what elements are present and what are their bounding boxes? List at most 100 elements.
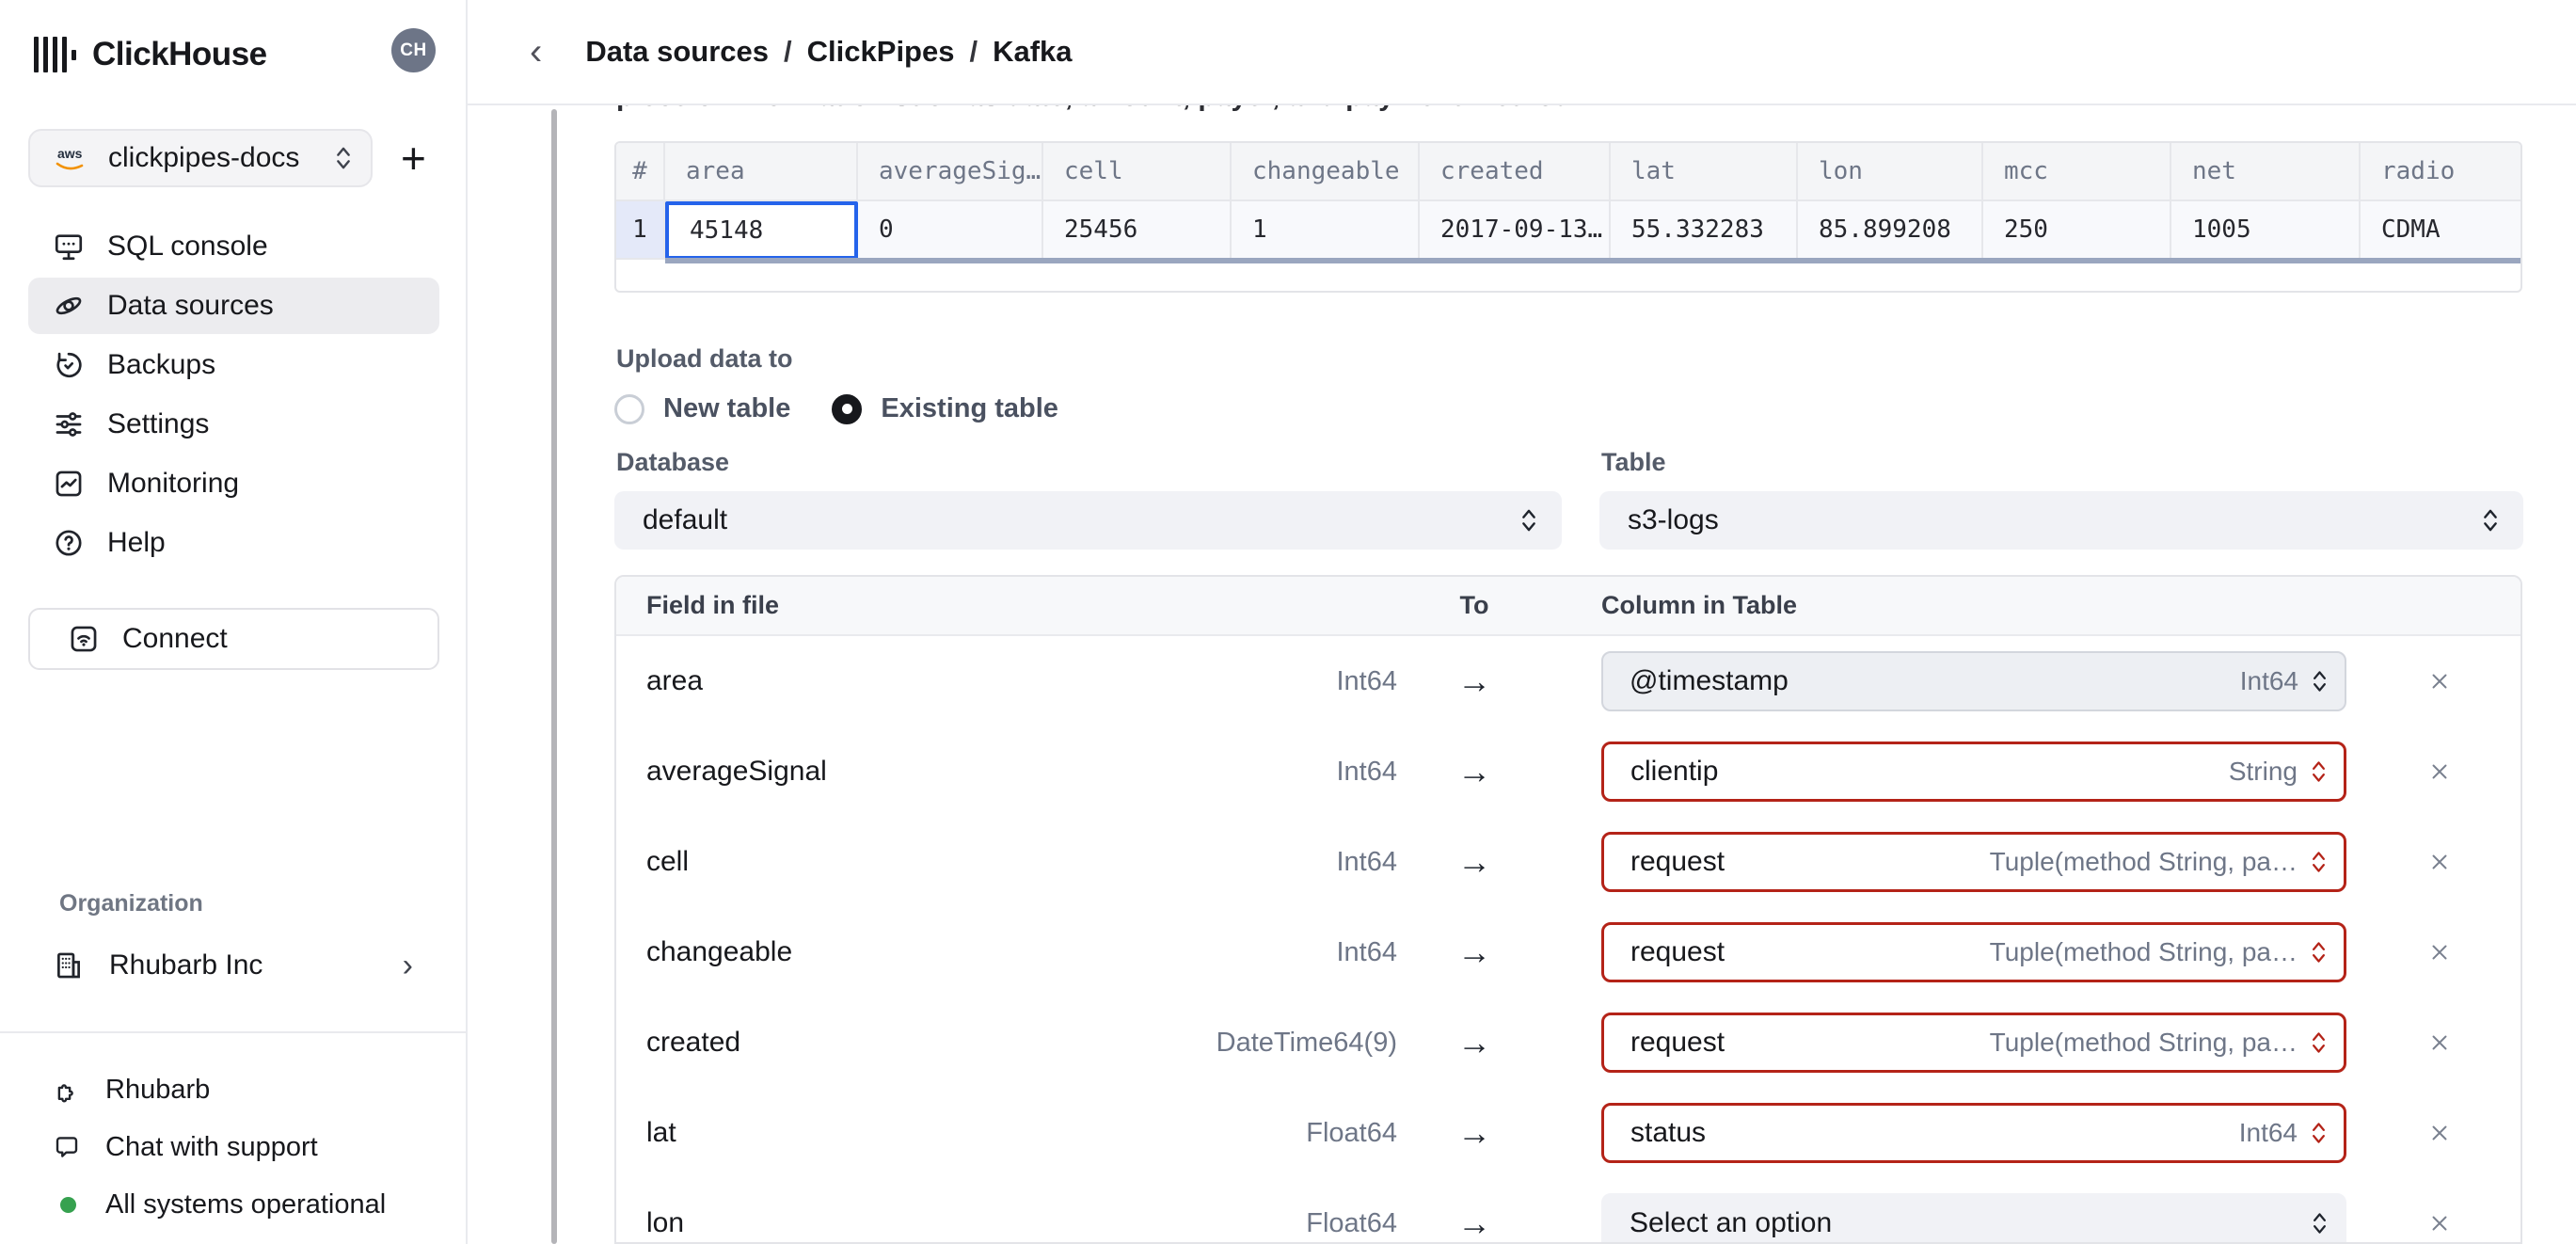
- remove-mapping-button[interactable]: [2411, 636, 2468, 726]
- table-select[interactable]: s3-logs: [1599, 491, 2523, 550]
- service-selector[interactable]: aws clickpipes-docs: [28, 129, 373, 187]
- preview-cell[interactable]: 1005: [2171, 201, 2361, 260]
- connect-button[interactable]: Connect: [28, 608, 439, 670]
- user-avatar[interactable]: CH: [391, 28, 436, 72]
- preview-cell[interactable]: 55.332283: [1611, 201, 1798, 260]
- preview-cell[interactable]: 85.899208: [1798, 201, 1983, 260]
- sidebar-footer: Rhubarb Chat with support All systems op…: [28, 1061, 439, 1234]
- database-select[interactable]: default: [614, 491, 1562, 550]
- arrow-right-icon: →: [1457, 662, 1491, 700]
- column-select[interactable]: Select an option: [1601, 1193, 2346, 1242]
- chat-bubble-icon: [56, 1136, 78, 1157]
- remove-mapping-button[interactable]: [2411, 907, 2468, 997]
- column-select[interactable]: clientip String: [1601, 742, 2346, 802]
- mapping-body: Int64 area → @timestamp Int64 Int64 averageSig…: [616, 636, 2520, 1242]
- preview-cell[interactable]: CDMA: [2361, 201, 2520, 260]
- column-select-value: @timestamp: [1630, 665, 1789, 696]
- close-icon: [2432, 764, 2447, 779]
- column-type-label: Tuple(method String, pa…: [1989, 847, 2298, 876]
- footer-item-label: Chat with support: [105, 1132, 318, 1162]
- preview-column-header-area: area: [665, 143, 858, 201]
- remove-mapping-button[interactable]: [2411, 997, 2468, 1088]
- field-name-label: created: [646, 1027, 741, 1058]
- field-type-label: Int64: [1336, 665, 1398, 696]
- table-select-value: s3-logs: [1628, 504, 1719, 535]
- footer-item-rhubarb[interactable]: Rhubarb: [28, 1061, 439, 1119]
- data-sources-icon: [56, 296, 82, 315]
- preview-cell[interactable]: 2017-09-13…: [1420, 201, 1611, 260]
- close-icon: [2432, 1216, 2447, 1231]
- footer-item-label: All systems operational: [105, 1189, 387, 1220]
- field-name-label: lat: [646, 1117, 676, 1148]
- column-type-label: Tuple(method String, pa…: [1989, 1028, 2298, 1057]
- sidebar-item-help[interactable]: Help: [28, 515, 439, 571]
- column-select[interactable]: request Tuple(method String, pa…: [1601, 922, 2346, 982]
- service-name: clickpipes-docs: [108, 142, 300, 173]
- horizontal-scrollbar[interactable]: [665, 258, 2520, 263]
- database-select-value: default: [643, 504, 728, 535]
- chevron-up-down-icon: [2314, 671, 2326, 692]
- preview-column-header-created: created: [1420, 143, 1611, 201]
- sidebar-item-settings[interactable]: Settings: [28, 396, 439, 453]
- field-mapping-table: Field in file To Column in Table Int64 ar…: [614, 575, 2522, 1244]
- breadcrumb-item-kafka[interactable]: Kafka: [993, 35, 1072, 69]
- radio-unselected-icon[interactable]: [614, 393, 644, 424]
- breadcrumb-item-clickpipes[interactable]: ClickPipes: [807, 35, 955, 69]
- radio-option-existing-table[interactable]: Existing table: [832, 393, 1058, 424]
- sidebar-item-data-sources[interactable]: Data sources: [28, 278, 439, 334]
- app-title: ClickHouse: [92, 36, 267, 72]
- mapping-row-area: Int64 area → @timestamp Int64: [616, 636, 2520, 726]
- remove-mapping-button[interactable]: [2411, 1088, 2468, 1178]
- mapping-row-averagesignal: Int64 averageSignal → clientip String: [616, 726, 2520, 817]
- radio-option-new-table[interactable]: New table: [614, 393, 790, 424]
- sidebar-item-label: Backups: [107, 349, 216, 380]
- column-select-value: request: [1630, 936, 1725, 967]
- footer-item-chat-support[interactable]: Chat with support: [28, 1119, 439, 1176]
- preview-cell-selected[interactable]: 45148: [665, 201, 858, 260]
- preview-cell[interactable]: 250: [1983, 201, 2171, 260]
- status-ok-dot-icon: [60, 1197, 76, 1213]
- mapping-row-created: DateTime64(9) created → request Tuple(method…: [616, 997, 2520, 1088]
- mapping-header-field: Field in file: [646, 591, 780, 619]
- sidebar-item-sql-console[interactable]: SQL console: [28, 218, 439, 275]
- sidebar-item-monitoring[interactable]: Monitoring: [28, 455, 439, 512]
- column-select[interactable]: request Tuple(method String, pa…: [1601, 832, 2346, 892]
- sidebar-item-label: Help: [107, 527, 166, 558]
- mapping-row-changeable: Int64 changeable → request Tuple(method Stri…: [616, 907, 2520, 997]
- preview-column-header-net: net: [2171, 143, 2361, 201]
- remove-mapping-button[interactable]: [2411, 817, 2468, 907]
- breadcrumb-item-data-sources[interactable]: Data sources: [585, 35, 769, 69]
- radio-selected-icon[interactable]: [832, 393, 863, 424]
- add-service-button[interactable]: +: [401, 136, 426, 180]
- field-name-label: cell: [646, 846, 690, 877]
- database-label: Database: [616, 448, 730, 476]
- sidebar-item-label: Monitoring: [107, 468, 240, 499]
- organization-selector[interactable]: Rhubarb Inc ›: [28, 937, 439, 994]
- radio-option-label: New table: [663, 393, 791, 423]
- close-icon: [2432, 854, 2447, 869]
- footer-item-system-status[interactable]: All systems operational: [28, 1176, 439, 1234]
- chevron-up-down-icon: [1522, 509, 1535, 532]
- vertical-scrollbar[interactable]: [551, 109, 557, 1244]
- preview-column-header--: #: [616, 143, 665, 201]
- preview-cell[interactable]: 25456: [1043, 201, 1232, 260]
- preview-cell[interactable]: 1: [1232, 201, 1420, 260]
- arrow-right-icon: →: [1457, 752, 1491, 790]
- chevron-up-down-icon: [2313, 942, 2325, 963]
- mapping-row-cell: Int64 cell → request Tuple(method String, pa…: [616, 817, 2520, 907]
- column-select[interactable]: @timestamp Int64: [1601, 651, 2346, 711]
- column-select[interactable]: request Tuple(method String, pa…: [1601, 1013, 2346, 1073]
- sidebar-item-backups[interactable]: Backups: [28, 337, 439, 393]
- row-index-cell[interactable]: 1: [616, 201, 665, 260]
- remove-mapping-button[interactable]: [2411, 726, 2468, 817]
- preview-cell[interactable]: 0: [858, 201, 1043, 260]
- back-button[interactable]: ‹: [530, 33, 542, 71]
- mapping-row-lon: Float64 lon → Select an option: [616, 1178, 2520, 1242]
- preview-column-header-changeable: changeable: [1232, 143, 1420, 201]
- field-name-label: changeable: [646, 936, 793, 967]
- clickhouse-logo-icon[interactable]: [34, 36, 76, 73]
- organization-building-icon: [57, 952, 80, 979]
- column-select[interactable]: status Int64: [1601, 1103, 2346, 1163]
- remove-mapping-button[interactable]: [2411, 1178, 2468, 1242]
- upload-radio-group: New table Existing table: [614, 393, 1058, 424]
